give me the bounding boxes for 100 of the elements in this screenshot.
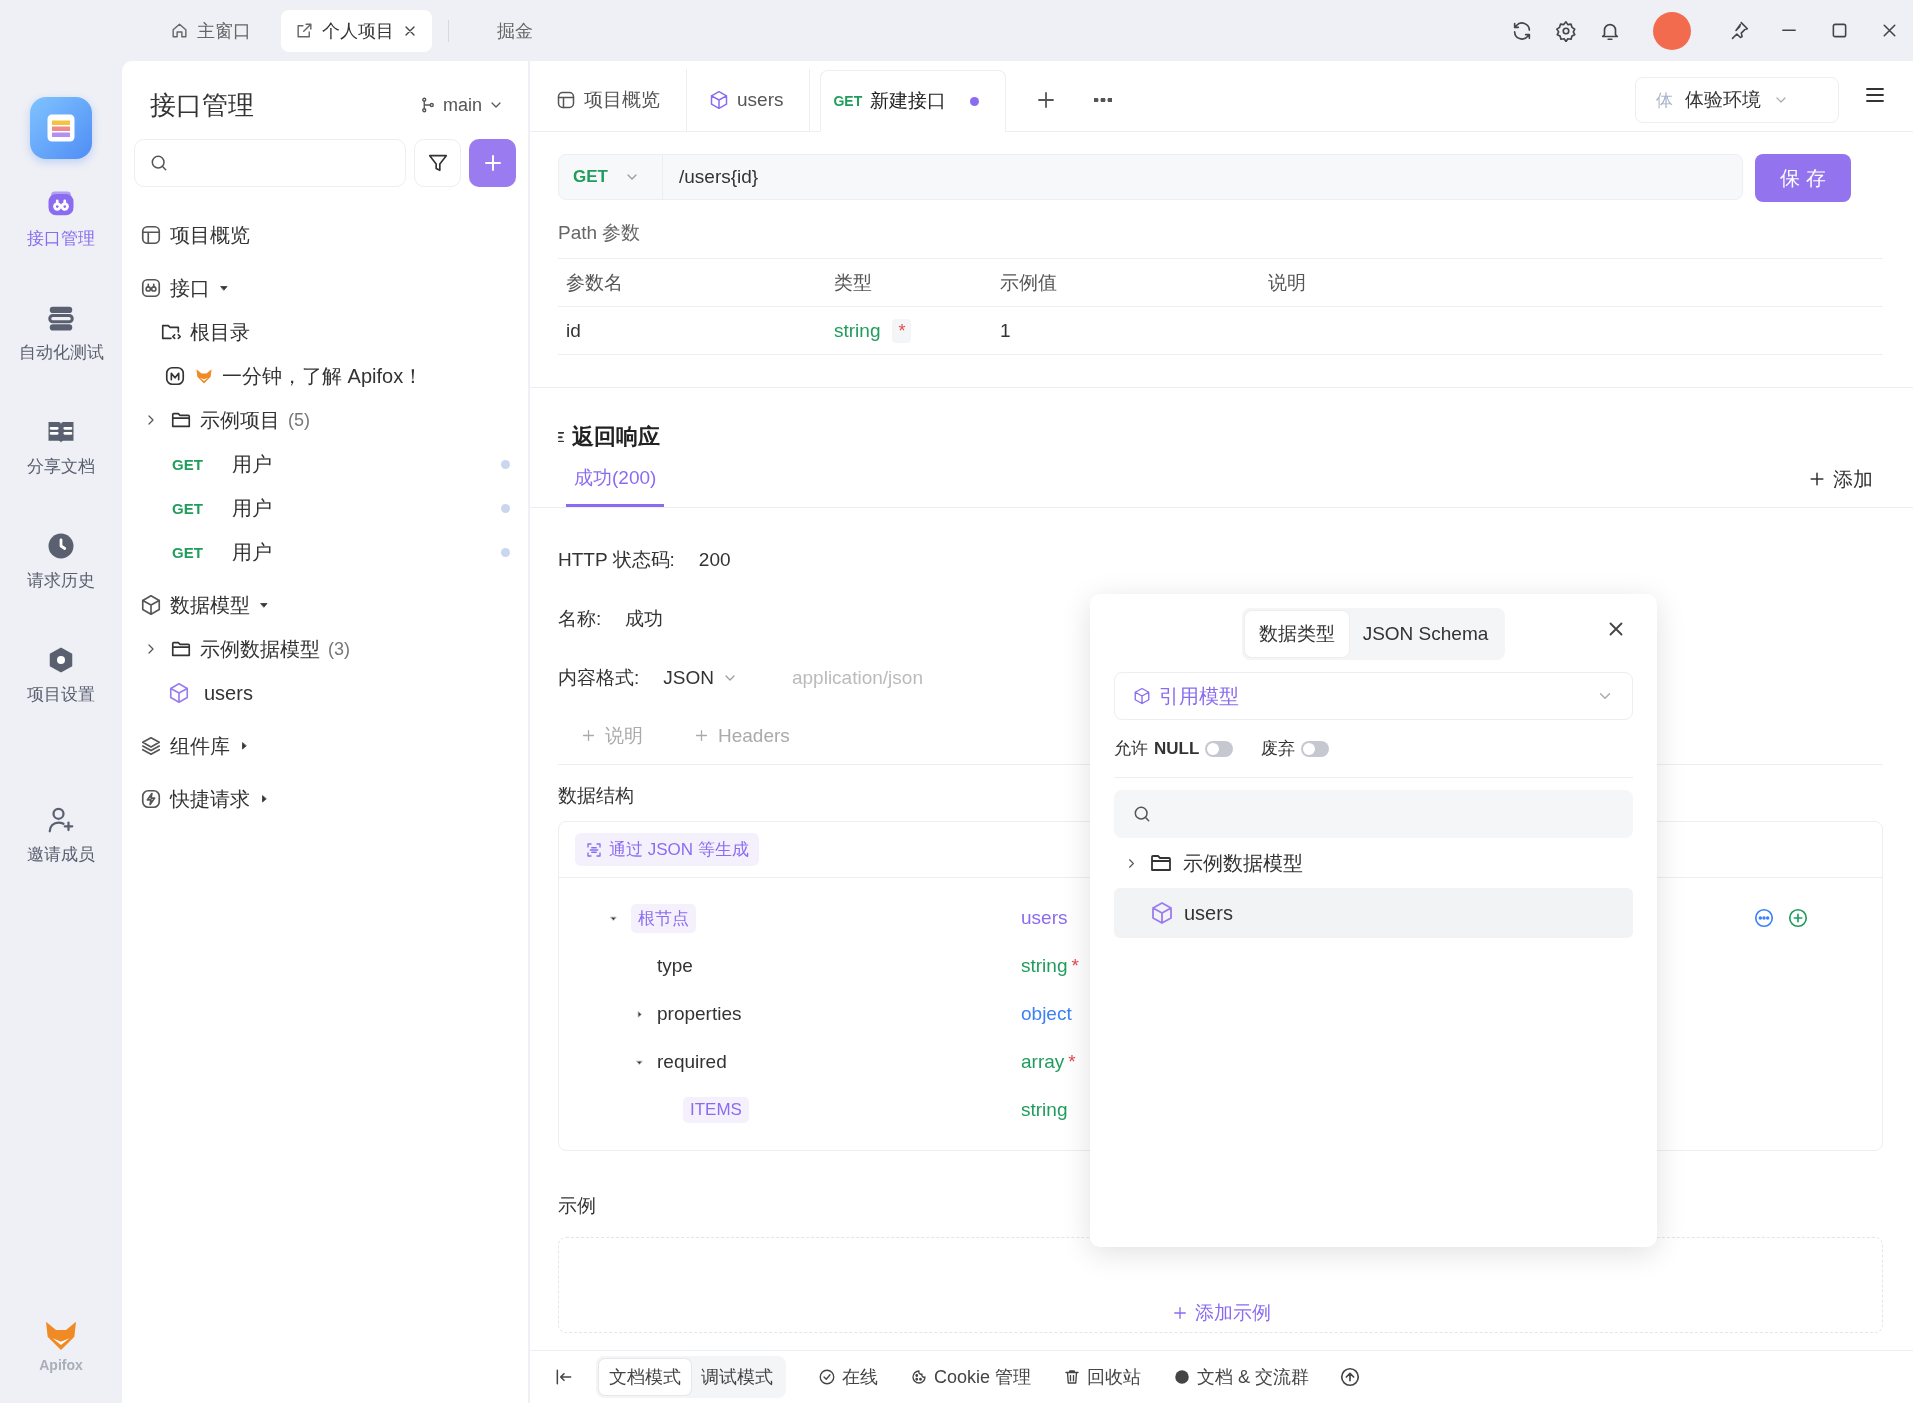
document-icon: [164, 365, 186, 387]
field-label: 名称:: [558, 606, 602, 631]
cookie-icon: [910, 1368, 928, 1386]
section-title: 示例: [558, 1194, 597, 1218]
status-dot: [501, 459, 510, 469]
tree-item[interactable]: 一分钟，了解 Apifox！: [134, 354, 516, 398]
add-icon[interactable]: [1787, 907, 1809, 929]
generate-button[interactable]: 通过 JSON 等生成: [575, 833, 759, 866]
required-mark: *: [892, 318, 912, 343]
url-field[interactable]: GET /users{id}: [558, 154, 1743, 200]
section-title: 数据结构: [558, 784, 635, 808]
mode-tab[interactable]: 调试模式: [691, 1359, 783, 1395]
cube-icon: [709, 90, 729, 110]
tree-item[interactable]: GET 用户: [134, 486, 516, 530]
environment-initial: 体: [1656, 89, 1673, 112]
tree-item[interactable]: 根目录: [134, 310, 516, 354]
scan-icon: [585, 840, 603, 859]
mode-tab[interactable]: 文档模式: [599, 1359, 691, 1395]
toggle-switch[interactable]: [1301, 740, 1330, 757]
upload-button[interactable]: [1339, 1366, 1362, 1388]
toggle-label: 允许 NULL: [1114, 737, 1200, 760]
tree-item[interactable]: 示例数据模型: [1114, 838, 1633, 888]
nav-item[interactable]: 项目设置: [27, 645, 95, 759]
status-dot: [501, 547, 510, 557]
branch-icon: [419, 96, 437, 114]
column-header: 参数名: [566, 270, 624, 295]
type-select[interactable]: 引用模型: [1114, 672, 1633, 720]
search-field[interactable]: [1114, 790, 1633, 838]
node-name: ITEMS: [683, 1097, 749, 1123]
status-item[interactable]: Cookie 管理: [910, 1365, 1032, 1389]
tree-item[interactable]: 组件库: [134, 724, 516, 768]
type-label: string: [1021, 955, 1068, 977]
environment-select[interactable]: 体 体验环境: [1635, 77, 1839, 123]
field-label: HTTP 状态码:: [558, 547, 675, 572]
list-icon: [558, 431, 564, 443]
nav-item[interactable]: 邀请成员: [27, 805, 95, 919]
type-label: users: [1021, 907, 1068, 929]
more-icon[interactable]: [1753, 907, 1775, 929]
editor-tab[interactable]: 项目概览: [544, 69, 687, 131]
app-logo: [30, 97, 92, 159]
check-circle-icon: [818, 1368, 836, 1386]
method-label: GET: [171, 543, 204, 561]
tree-item[interactable]: 接口: [134, 266, 516, 310]
column-header: 说明: [1268, 270, 1307, 295]
editor-tab[interactable]: users: [697, 69, 811, 131]
add-response-button[interactable]: 添加: [1807, 451, 1873, 507]
collapse-button[interactable]: [554, 1367, 574, 1387]
column-header: 示例值: [1000, 270, 1058, 295]
status-item[interactable]: 在线: [818, 1365, 878, 1389]
nav-item[interactable]: 接口管理: [27, 189, 95, 303]
window-tab[interactable]: 主窗口: [156, 9, 265, 52]
toggle-switch[interactable]: [1205, 740, 1234, 757]
filter-button[interactable]: [414, 139, 461, 187]
cube-icon: [1133, 687, 1151, 705]
required-mark: *: [1071, 955, 1079, 977]
field-name: type: [657, 955, 693, 977]
cube-icon: [168, 682, 190, 704]
save-button[interactable]: 保 存: [1755, 154, 1851, 202]
avatar[interactable]: [1653, 11, 1691, 50]
nav-item[interactable]: 分享文档: [27, 417, 95, 531]
tree-item[interactable]: 快捷请求: [134, 777, 516, 821]
popup-tab[interactable]: JSON Schema: [1348, 611, 1503, 657]
tree-item[interactable]: 项目概览: [134, 213, 516, 257]
editor-tab[interactable]: GET 新建接口: [820, 70, 1007, 132]
branch-selector[interactable]: main: [419, 94, 504, 116]
popup-tab[interactable]: 数据类型: [1244, 611, 1349, 657]
tree-item[interactable]: users: [134, 671, 516, 715]
tree-item[interactable]: GET 用户: [134, 530, 516, 574]
toggle-label: 废弃: [1261, 738, 1296, 760]
bolt-icon: [140, 788, 162, 810]
mime-type: application/json: [791, 666, 923, 689]
search-field[interactable]: [134, 139, 406, 187]
tree-item[interactable]: 数据模型: [134, 583, 516, 627]
tree-item[interactable]: users: [1114, 888, 1633, 938]
method-label: GET: [171, 499, 204, 517]
more-icon: [1094, 98, 1113, 102]
tree-item[interactable]: 示例数据模型 (3): [134, 627, 516, 671]
add-example-button[interactable]: 添加示例: [1170, 1300, 1271, 1326]
tree-item[interactable]: GET 用户: [134, 442, 516, 486]
response-tab[interactable]: 成功(200): [566, 451, 665, 507]
status-dot: [501, 503, 510, 513]
add-user-icon: [46, 805, 76, 835]
window-tab[interactable]: 个人项目: [281, 9, 432, 52]
field-name: required: [657, 1051, 727, 1073]
cube-icon: [1150, 901, 1174, 925]
nav-item[interactable]: 自动化测试: [18, 303, 104, 417]
status-item[interactable]: 文档 & 交流群: [1173, 1365, 1310, 1389]
home-icon: [170, 21, 189, 40]
field-value: 200: [698, 548, 731, 571]
nav-item[interactable]: 请求历史: [27, 531, 95, 645]
tree-item[interactable]: 示例项目 (5): [134, 398, 516, 442]
status-item[interactable]: 回收站: [1063, 1365, 1142, 1389]
add-button[interactable]: [469, 139, 516, 187]
section-title: Path 参数: [558, 220, 1883, 259]
clock-icon: [46, 531, 76, 561]
layout-icon: [140, 224, 162, 246]
section-title: 返回响应: [572, 423, 660, 451]
layout-icon: [556, 90, 576, 110]
format-select[interactable]: JSON: [663, 666, 738, 689]
window-tab[interactable]: 掘金: [483, 9, 547, 52]
